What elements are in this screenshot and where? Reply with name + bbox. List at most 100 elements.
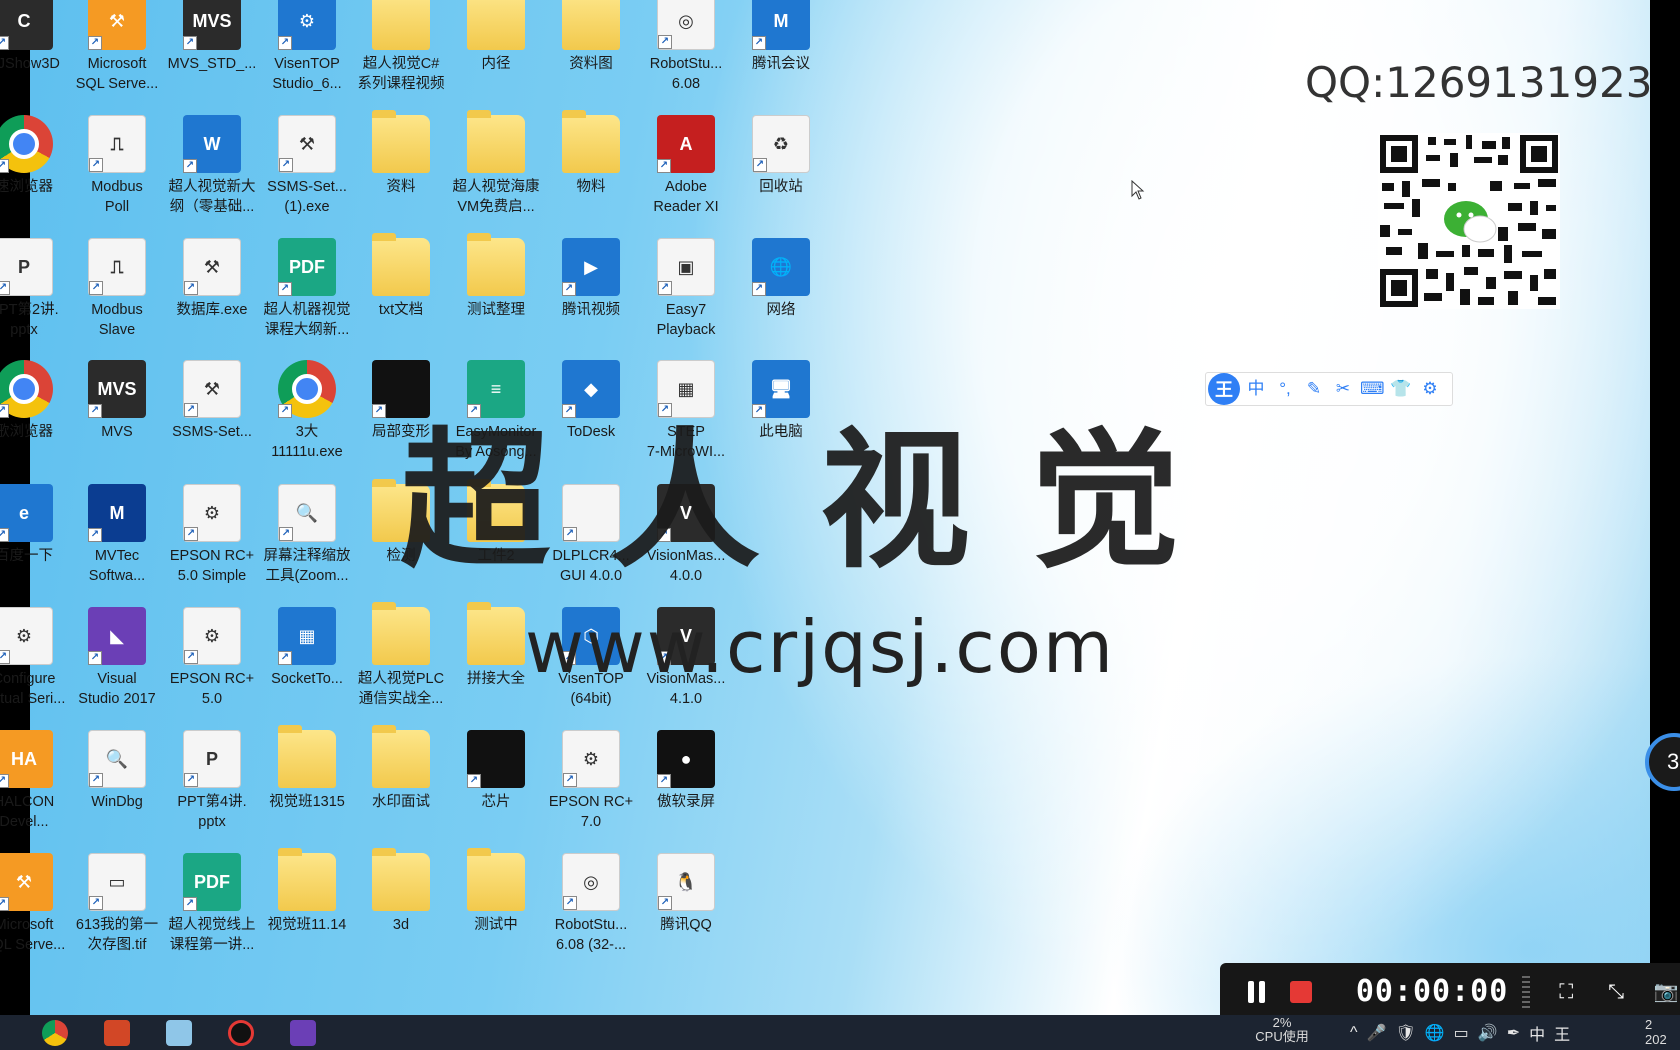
shortcut-arrow-icon: ↗ <box>658 35 672 49</box>
desktop-icon[interactable]: 资料 <box>355 110 447 235</box>
camera-button[interactable]: 📷 <box>1652 978 1680 1006</box>
tray-icon[interactable]: 🌐 <box>1425 1023 1445 1043</box>
desktop-icon[interactable]: ♻ ↗ 回收站 <box>735 115 827 235</box>
desktop-icon[interactable]: ⚒ ↗ SSMS-Set... (1).exe <box>261 115 353 235</box>
taskbar-recorder[interactable] <box>221 1015 261 1050</box>
desktop-icon[interactable]: 🔍 ↗ 屏幕注释缩放 工具(Zoom... <box>261 484 353 604</box>
desktop-icon[interactable]: ⚒ ↗ SSMS-Set... <box>166 360 258 480</box>
desktop-icon[interactable]: 视觉班1315 <box>261 725 353 850</box>
taskbar-visual-studio[interactable] <box>283 1015 323 1050</box>
desktop-icon[interactable]: 物料 <box>545 110 637 235</box>
desktop-icon-label: 物料 <box>576 179 606 195</box>
desktop-icon[interactable]: 超人视觉海康 VM免费启... <box>450 110 542 235</box>
desktop-icon[interactable]: ◎ ↗ RobotStu... 6.08 (32-... <box>545 853 637 973</box>
tray-icon[interactable]: 🔊 <box>1478 1023 1498 1043</box>
desktop-icon[interactable]: 🌐 ↗ 网络 <box>735 238 827 358</box>
tray-icon[interactable]: 🎤 <box>1367 1023 1387 1043</box>
taskbar-notepad[interactable] <box>159 1015 199 1050</box>
desktop-icon[interactable]: ↗ 速浏览器 <box>0 115 70 235</box>
desktop-icon-label: 超人视觉C# 系列课程视频 <box>357 56 445 92</box>
desktop-icon[interactable]: e ↗ 百度一下 <box>0 484 70 604</box>
desktop-icon[interactable]: 超人视觉PLC 通信实战全... <box>355 602 447 727</box>
tray-icon[interactable]: ^ <box>1350 1024 1358 1042</box>
ime-button[interactable]: 中 <box>1244 377 1268 401</box>
tray-icon[interactable]: 中 <box>1529 1021 1545 1045</box>
desktop-icon[interactable]: ⚒↗Microsoft SQL Serve... <box>71 0 163 112</box>
tray-date[interactable]: 2 202 <box>1645 1017 1667 1047</box>
desktop-icon[interactable]: ⎍ ↗ Modbus Poll <box>71 115 163 235</box>
desktop-icon[interactable]: 测试整理 <box>450 233 542 358</box>
desktop-icon[interactable]: HA↗ HALCON Devel... <box>0 730 70 850</box>
desktop-icon[interactable]: 测试中 <box>450 848 542 973</box>
desktop-icon-label: 超人视觉新大 纲（零基础... <box>168 179 256 215</box>
desktop-icon[interactable]: W ↗ 超人视觉新大 纲（零基础... <box>166 115 258 235</box>
desktop-icon[interactable]: ⚒ ↗ 数据库.exe <box>166 238 258 358</box>
desktop-icon[interactable]: P↗PPT第2讲. pptx <box>0 238 70 358</box>
screenshot-region-button[interactable]: ⛶ <box>1552 978 1580 1006</box>
desktop-icon[interactable]: 3d <box>355 848 447 973</box>
tray-icon[interactable]: 王 <box>1554 1021 1570 1045</box>
desktop-icon[interactable]: ⚙ ↗ VisenTOP Studio_6... <box>261 0 353 112</box>
tray-icon[interactable]: ▭ <box>1454 1023 1469 1043</box>
desktop-icon[interactable]: ▭ ↗ 613我的第一 次存图.tif <box>71 853 163 973</box>
cpu-usage-indicator[interactable]: 2% CPU使用 <box>1250 1016 1314 1044</box>
desktop-icon[interactable]: ↗ 歌浏览器 <box>0 360 70 480</box>
taskbar-powerpoint[interactable] <box>97 1015 137 1050</box>
stop-button[interactable] <box>1286 977 1316 1007</box>
desktop-icon[interactable]: PDF ↗ 超人机器视觉 课程大纲新... <box>261 238 353 358</box>
desktop-icon[interactable]: M ↗ 腾讯会议 <box>735 0 827 112</box>
desktop-icon[interactable]: 超人视觉C# 系列课程视频 <box>355 0 447 112</box>
desktop-icon-image: ⚒ ↗ <box>0 853 53 911</box>
ime-button[interactable]: ✂ <box>1331 377 1355 401</box>
desktop-icon[interactable]: MVS ↗ MVS_STD_... <box>166 0 258 112</box>
desktop-icon[interactable]: ◣ ↗ Visual Studio 2017 <box>71 607 163 727</box>
desktop-icon[interactable]: ↗ 芯片 <box>450 730 542 850</box>
desktop-icon-image: ⚒ ↗ <box>88 0 146 50</box>
desktop-icon[interactable]: ⚙ ↗ EPSON RC+ 7.0 <box>545 730 637 850</box>
taskbar-chrome[interactable] <box>35 1015 75 1050</box>
desktop-icon[interactable]: ● ↗ 傲软录屏 <box>640 730 732 850</box>
desktop-icon[interactable]: MVS ↗ MVS <box>71 360 163 480</box>
pause-button[interactable] <box>1242 977 1272 1007</box>
desktop-icon[interactable]: ↗ 3大 11111u.exe <box>261 360 353 480</box>
ime-logo-icon[interactable]: 王 <box>1208 373 1240 405</box>
desktop-icon[interactable]: P ↗ PPT第4讲. pptx <box>166 730 258 850</box>
ime-button[interactable]: ✎ <box>1302 377 1326 401</box>
floating-side-widget[interactable]: 3 <box>1645 733 1680 791</box>
desktop-icon[interactable]: PDF ↗ 超人视觉线上 课程第一讲... <box>166 853 258 973</box>
desktop-icon[interactable]: 内径 <box>450 0 542 112</box>
desktop-icon[interactable]: 🐧 ↗ 腾讯QQ <box>640 853 732 973</box>
shrink-button[interactable]: ⤡ <box>1602 978 1630 1006</box>
desktop-icon-label: RobotStu... 6.08 <box>649 56 723 92</box>
desktop-icon[interactable]: A ↗ Adobe Reader XI <box>640 115 732 235</box>
shortcut-arrow-icon: ↗ <box>89 158 103 172</box>
desktop-icon[interactable]: ▣ ↗ Easy7 Playback <box>640 238 732 358</box>
desktop-icon[interactable]: ⚙ ↗ EPSON RC+ 5.0 <box>166 607 258 727</box>
ime-toolbar[interactable]: 王 中 °, ✎ ✂ ⌨ 👕 ⚙ <box>1205 372 1453 406</box>
desktop-icon[interactable]: 水印面试 <box>355 725 447 850</box>
desktop-icon[interactable]: txt文档 <box>355 233 447 358</box>
desktop-icon[interactable]: C↗VJShow3D <box>0 0 70 112</box>
desktop-icon[interactable]: ◎ ↗ RobotStu... 6.08 <box>640 0 732 112</box>
ime-button[interactable]: °, <box>1273 377 1297 401</box>
desktop-icon-image: PDF ↗ <box>278 238 336 296</box>
desktop-icon[interactable]: 视觉班11.14 <box>261 848 353 973</box>
desktop-icon-image <box>467 848 525 911</box>
desktop-icon[interactable]: ⎍ ↗ Modbus Slave <box>71 238 163 358</box>
desktop-icon[interactable]: M ↗ MVTec Softwa... <box>71 484 163 604</box>
desktop-icon[interactable]: 🔍 ↗ WinDbg <box>71 730 163 850</box>
tray-icon[interactable]: ✒ <box>1507 1023 1520 1043</box>
desktop-icon[interactable]: ⚙ ↗ EPSON RC+ 5.0 Simple <box>166 484 258 604</box>
icon-glyph: ◎ <box>678 10 694 31</box>
ime-button[interactable]: 👕 <box>1389 377 1413 401</box>
desktop-icon[interactable]: 资料图 <box>545 0 637 112</box>
drag-handle[interactable] <box>1522 975 1531 1008</box>
ime-button[interactable]: ⌨ <box>1360 377 1385 401</box>
desktop-icon[interactable]: ▦ ↗ SocketTo... <box>261 607 353 727</box>
desktop-icon[interactable]: ⚒↗Microsoft SQL Serve... <box>0 853 70 973</box>
ime-button[interactable]: ⚙ <box>1418 377 1442 401</box>
chrome-icon <box>42 1019 68 1046</box>
desktop-icon[interactable]: ▶ ↗ 腾讯视频 <box>545 238 637 358</box>
desktop-icon[interactable]: ⚙↗Configure Virtual Seri... <box>0 607 70 727</box>
tray-icon[interactable]: 🛡 <box>1395 1023 1415 1043</box>
